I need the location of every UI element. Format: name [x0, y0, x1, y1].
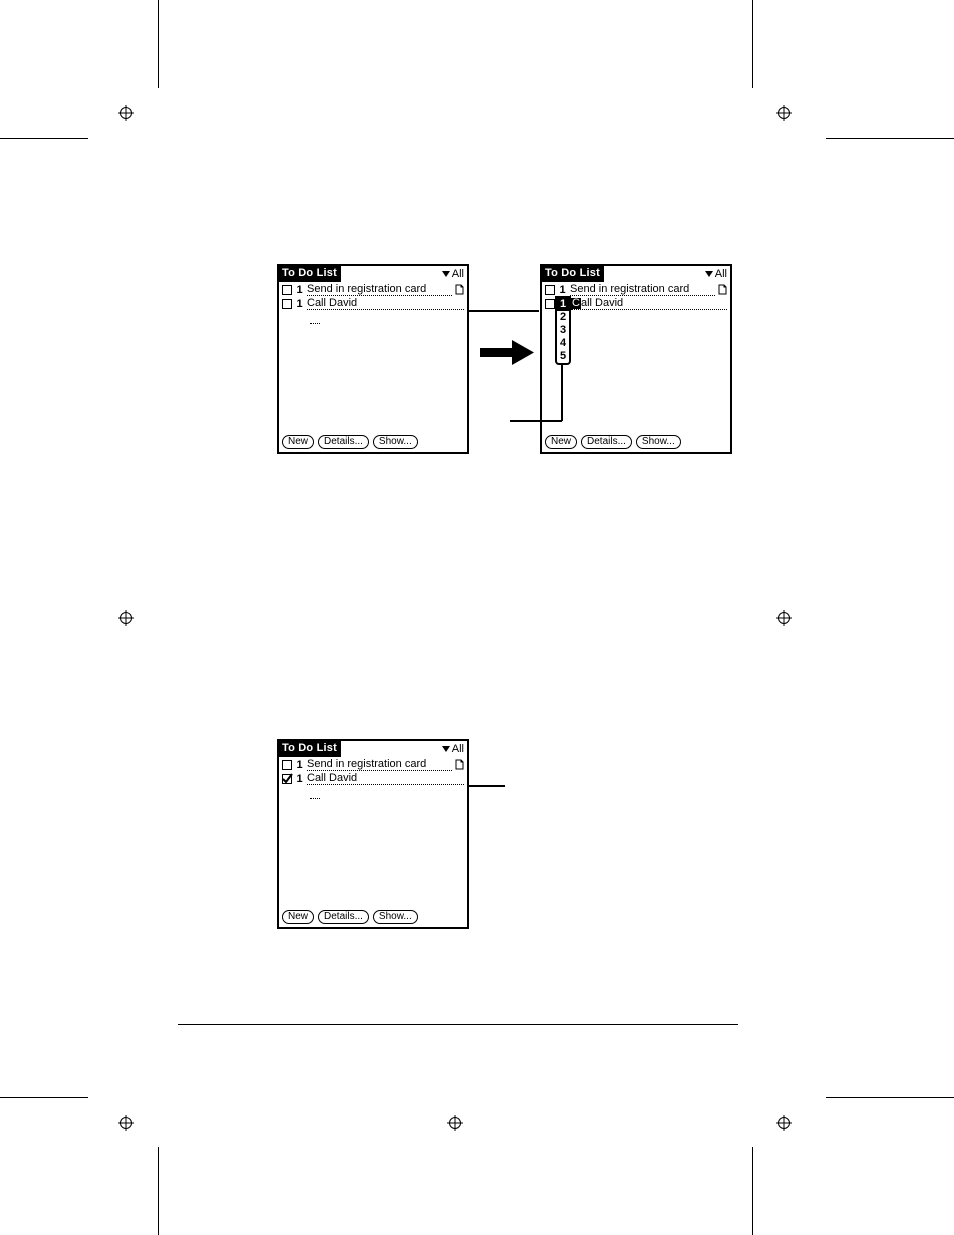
registration-mark	[776, 105, 792, 121]
priority-value[interactable]: 1	[295, 759, 304, 771]
todo-screen-priority-popup: To Do List All 1 Send in registration ca…	[540, 264, 732, 454]
category-label: All	[452, 268, 464, 280]
checkbox-checked-icon[interactable]	[282, 774, 292, 784]
priority-option[interactable]: 1	[557, 298, 569, 311]
checkbox-icon[interactable]	[282, 299, 292, 309]
note-icon[interactable]	[718, 284, 727, 295]
priority-option[interactable]: 4	[557, 337, 569, 350]
new-button[interactable]: New	[282, 435, 314, 449]
note-icon[interactable]	[455, 759, 464, 770]
details-button[interactable]: Details...	[581, 435, 632, 449]
category-selector[interactable]: All	[442, 266, 467, 282]
crop-mark	[0, 138, 88, 139]
registration-mark	[776, 1115, 792, 1131]
callout-line	[510, 420, 562, 422]
new-button[interactable]: New	[545, 435, 577, 449]
priority-option[interactable]: 3	[557, 324, 569, 337]
crop-mark	[752, 1147, 753, 1235]
crop-mark	[158, 1147, 159, 1235]
priority-option[interactable]: 2	[557, 311, 569, 324]
details-button[interactable]: Details...	[318, 910, 369, 924]
task-text[interactable]: Send in registration card	[307, 284, 452, 296]
cursor-line	[310, 312, 320, 324]
show-button[interactable]: Show...	[636, 435, 681, 449]
dropdown-icon	[442, 271, 450, 277]
todo-item[interactable]: 1 Send in registration card	[282, 759, 464, 773]
show-button[interactable]: Show...	[373, 435, 418, 449]
todo-item[interactable]: 1 Call David	[282, 298, 464, 312]
todo-item[interactable]: 1 Call David	[282, 773, 464, 787]
category-selector[interactable]: All	[705, 266, 730, 282]
app-title: To Do List	[279, 741, 341, 757]
task-text[interactable]: Call David	[307, 773, 464, 785]
task-text[interactable]: Call David	[571, 298, 727, 310]
task-text[interactable]: Send in registration card	[307, 759, 452, 771]
crop-mark	[826, 1097, 954, 1098]
cursor-line	[310, 787, 320, 799]
show-button[interactable]: Show...	[373, 910, 418, 924]
titlebar: To Do List All	[279, 741, 467, 757]
note-icon[interactable]	[455, 284, 464, 295]
category-label: All	[715, 268, 727, 280]
category-selector[interactable]: All	[442, 741, 467, 757]
crop-mark	[0, 1097, 88, 1098]
titlebar: To Do List All	[542, 266, 730, 282]
priority-option[interactable]: 5	[557, 350, 569, 363]
app-title: To Do List	[542, 266, 604, 282]
registration-mark	[118, 610, 134, 626]
registration-mark	[447, 1115, 463, 1131]
checkbox-icon[interactable]	[545, 285, 555, 295]
task-text[interactable]: Send in registration card	[570, 284, 715, 296]
titlebar: To Do List All	[279, 266, 467, 282]
checkbox-icon[interactable]	[282, 285, 292, 295]
todo-screen-before: To Do List All 1 Send in registration ca…	[277, 264, 469, 454]
details-button[interactable]: Details...	[318, 435, 369, 449]
category-label: All	[452, 743, 464, 755]
priority-value[interactable]: 1	[295, 298, 304, 310]
checkbox-icon[interactable]	[545, 299, 555, 309]
priority-value[interactable]: 1	[295, 773, 304, 785]
callout-line	[469, 310, 539, 312]
registration-mark	[776, 610, 792, 626]
todo-screen-checked: To Do List All 1 Send in registration ca…	[277, 739, 469, 929]
priority-popup[interactable]: 1 2 3 4 5	[555, 296, 571, 365]
priority-value[interactable]: 1	[295, 284, 304, 296]
callout-line	[469, 785, 505, 787]
todo-item[interactable]: 1 Send in registration card	[282, 284, 464, 298]
crop-mark	[158, 0, 159, 88]
checkbox-icon[interactable]	[282, 760, 292, 770]
priority-value[interactable]: 1	[558, 284, 567, 296]
dropdown-icon	[442, 746, 450, 752]
app-title: To Do List	[279, 266, 341, 282]
dropdown-icon	[705, 271, 713, 277]
arrow-icon	[480, 338, 535, 371]
crop-mark	[826, 138, 954, 139]
todo-item[interactable]: 1 Call David	[545, 298, 727, 312]
registration-mark	[118, 105, 134, 121]
todo-item[interactable]: 1 Send in registration card	[545, 284, 727, 298]
crop-mark	[752, 0, 753, 88]
task-text[interactable]: Call David	[307, 298, 464, 310]
new-button[interactable]: New	[282, 910, 314, 924]
registration-mark	[118, 1115, 134, 1131]
page-rule	[178, 1024, 738, 1025]
callout-line	[561, 365, 563, 421]
